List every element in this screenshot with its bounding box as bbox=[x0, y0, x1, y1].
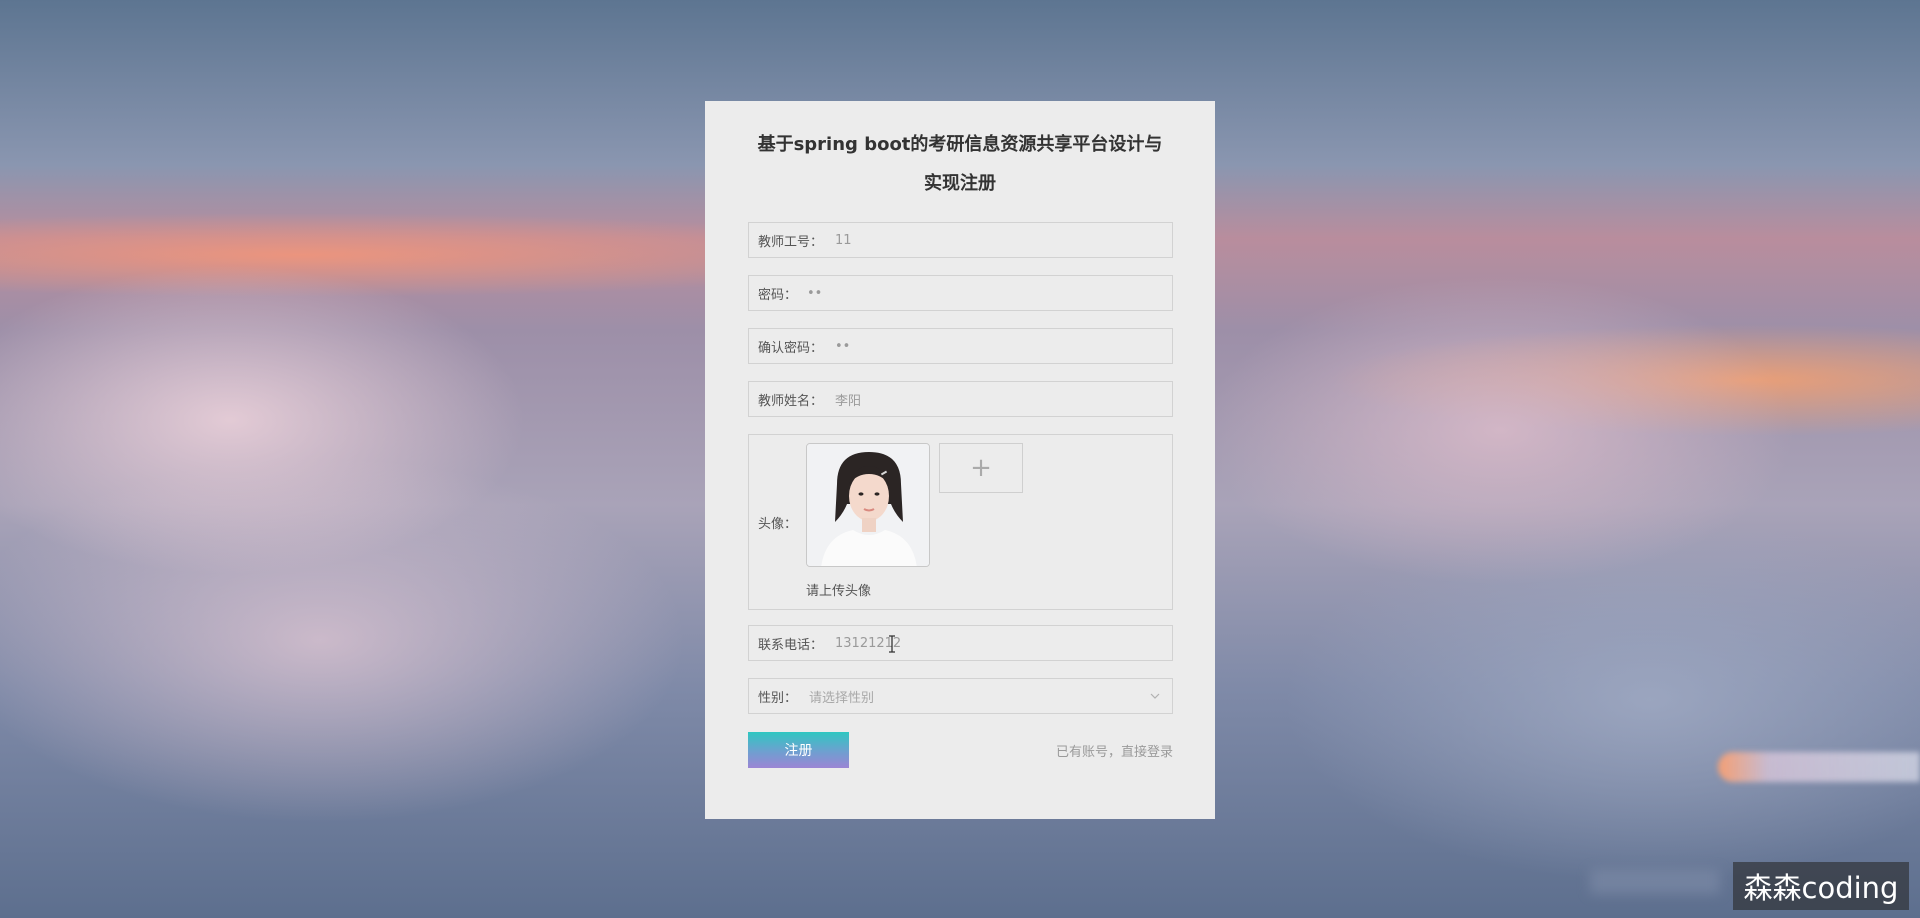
teacher-id-field[interactable]: 教师工号： 11 bbox=[748, 222, 1173, 258]
blurred-footer-text bbox=[1590, 870, 1720, 894]
plus-icon: + bbox=[970, 453, 992, 483]
gender-select-placeholder: 请选择性别 bbox=[809, 690, 875, 706]
login-link[interactable]: 已有账号，直接登录 bbox=[1056, 741, 1173, 760]
page-title-line1: 基于spring boot的考研信息资源共享平台设计与 bbox=[757, 134, 1163, 155]
teacher-name-input[interactable]: 李阳 bbox=[835, 390, 861, 409]
register-card: 基于spring boot的考研信息资源共享平台设计与 实现注册 教师工号： 1… bbox=[705, 101, 1215, 819]
password-input[interactable]: •• bbox=[807, 286, 822, 301]
avatar-portrait-image bbox=[807, 444, 929, 566]
confirm-password-field[interactable]: 确认密码： •• bbox=[748, 328, 1173, 364]
i-beam-cursor-icon bbox=[889, 635, 895, 653]
confirm-password-input[interactable]: •• bbox=[835, 339, 850, 354]
avatar-photo[interactable] bbox=[806, 443, 930, 567]
phone-field[interactable]: 联系电话： 13121212 bbox=[748, 625, 1173, 661]
page-title: 基于spring boot的考研信息资源共享平台设计与 实现注册 bbox=[745, 125, 1175, 203]
teacher-name-field[interactable]: 教师姓名： 李阳 bbox=[748, 381, 1173, 417]
phone-label: 联系电话： bbox=[758, 637, 824, 653]
teacher-name-label: 教师姓名： bbox=[758, 393, 824, 409]
teacher-id-label: 教师工号： bbox=[758, 234, 824, 250]
register-button[interactable]: 注册 bbox=[748, 732, 849, 768]
gender-select[interactable]: 性别： 请选择性别 bbox=[748, 678, 1173, 714]
watermark: 森森coding bbox=[1733, 862, 1909, 910]
blurred-badge bbox=[1718, 752, 1920, 782]
password-field[interactable]: 密码： •• bbox=[748, 275, 1173, 311]
avatar-label: 头像： bbox=[758, 517, 798, 532]
password-label: 密码： bbox=[758, 287, 798, 303]
avatar-upload-section: 头像： + 请上传头像 bbox=[748, 434, 1173, 610]
chevron-down-icon bbox=[1150, 693, 1160, 699]
page-title-line2: 实现注册 bbox=[924, 173, 996, 194]
teacher-id-input[interactable]: 11 bbox=[835, 233, 852, 248]
upload-avatar-button[interactable]: + bbox=[939, 443, 1023, 493]
avatar-hint: 请上传头像 bbox=[806, 584, 872, 599]
gender-label: 性别： bbox=[758, 690, 798, 706]
confirm-password-label: 确认密码： bbox=[758, 340, 824, 356]
